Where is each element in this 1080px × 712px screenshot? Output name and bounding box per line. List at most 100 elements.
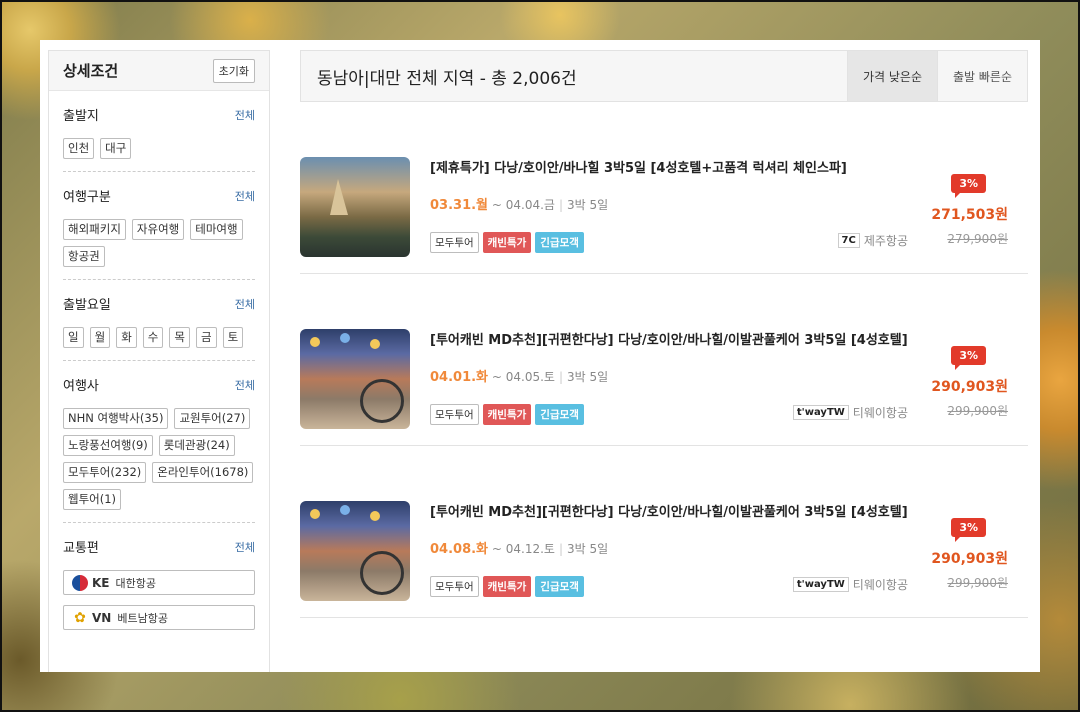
- product-tags: 모두투어 캐빈특가 긴급모객: [430, 404, 584, 425]
- korean-air-logo-icon: [72, 574, 88, 591]
- sale-price: 290,903원: [931, 551, 1008, 567]
- filter-chip[interactable]: 금: [195, 327, 217, 348]
- product-tags: 모두투어 캐빈특가 긴급모객: [430, 576, 584, 597]
- filter-chip[interactable]: 모두투어(232): [63, 462, 147, 483]
- airline-name: 베트남항공: [117, 611, 168, 625]
- product-thumbnail[interactable]: [300, 329, 410, 429]
- sale-price: 290,903원: [931, 379, 1008, 395]
- product-tags: 모두투어 캐빈특가 긴급모객: [430, 232, 584, 253]
- airline-code: KE: [92, 575, 110, 590]
- filter-chip[interactable]: 롯데관광(24): [158, 435, 235, 456]
- tway-air-logo-icon: t'wayTW: [792, 405, 849, 420]
- product-airline: t'wayTW 티웨이항공: [792, 404, 908, 421]
- product-thumbnail[interactable]: [300, 501, 410, 601]
- airline-name: 제주항공: [863, 234, 908, 248]
- filter-chip[interactable]: 온라인투어(1678): [152, 462, 254, 483]
- original-price: 299,900원: [947, 404, 1008, 418]
- filter-chip[interactable]: 해외패키지: [63, 219, 126, 240]
- duration: 3박 5일: [566, 542, 609, 556]
- sort-price-low[interactable]: 가격 낮은순: [847, 51, 937, 101]
- airline-filter-button[interactable]: ✿ VN 베트남항공: [63, 605, 255, 630]
- tag-urgent: 긴급모객: [535, 404, 584, 425]
- filter-chip[interactable]: 화: [116, 327, 137, 348]
- filter-chip[interactable]: 웹투어(1): [63, 489, 122, 510]
- start-date: 04.08.화: [430, 542, 489, 557]
- lantern-shape: [340, 505, 350, 515]
- filter-weekday: 출발요일 전체 일 월 화 수 목 금 토: [63, 280, 255, 361]
- filter-chip[interactable]: 교원투어(27): [174, 408, 251, 429]
- vietnam-airlines-logo-icon: ✿: [74, 609, 86, 626]
- boat-sail-shape: [330, 179, 348, 215]
- tag-agency: 모두투어: [430, 232, 479, 253]
- filter-chip[interactable]: 목: [169, 327, 190, 348]
- lantern-shape: [310, 337, 320, 347]
- filter-label: 출발지: [63, 109, 99, 124]
- filter-chip[interactable]: 테마여행: [190, 219, 243, 240]
- lantern-shape: [370, 339, 380, 349]
- filter-all-link[interactable]: 전체: [235, 188, 255, 204]
- start-date: 03.31.월: [430, 198, 489, 213]
- product-item[interactable]: [투어캐빈 MD추천][귀편한다낭] 다낭/호이안/바나힐/이발관풀케어 3박5…: [300, 274, 1028, 446]
- results-main: 동남아|대만 전체 지역 - 총 2,006건 가격 낮은순 출발 빠른순 [제…: [300, 50, 1028, 618]
- tag-cabin-deal: 캐빈특가: [482, 232, 532, 253]
- filter-agency: 여행사 전체 NHN 여행박사(35) 교원투어(27) 노랑풍선여행(9) 롯…: [63, 361, 255, 523]
- reset-button[interactable]: 초기화: [212, 58, 255, 83]
- filter-sidebar: 상세조건 초기화 출발지 전체 인천 대구 여행구분 전체 해외패키지 자유여행…: [48, 50, 270, 672]
- start-date: 04.01.화: [430, 370, 489, 385]
- end-date: ~ 04.05.토: [491, 370, 555, 384]
- tag-agency: 모두투어: [430, 404, 479, 425]
- filter-chip[interactable]: 노랑풍선여행(9): [63, 435, 153, 456]
- product-dates: 04.01.화 ~ 04.05.토 | 3박 5일: [430, 370, 609, 385]
- product-dates: 04.08.화 ~ 04.12.토 | 3박 5일: [430, 542, 609, 557]
- filter-header: 상세조건 초기화: [49, 51, 269, 91]
- bicycle-wheel-shape: [360, 379, 404, 423]
- tway-air-logo-icon: t'wayTW: [792, 577, 849, 592]
- discount-badge: 3%: [951, 346, 986, 370]
- product-title[interactable]: [투어캐빈 MD추천][귀편한다낭] 다낭/호이안/바나힐/이발관풀케어 3박5…: [430, 329, 908, 348]
- filter-departure: 출발지 전체 인천 대구: [63, 91, 255, 172]
- tag-urgent: 긴급모객: [535, 576, 584, 597]
- lantern-shape: [370, 511, 380, 521]
- product-item[interactable]: [제휴특가] 다낭/호이안/바나힐 3박5일 [4성호텔+고품격 럭셔리 체인스…: [300, 102, 1028, 274]
- lantern-shape: [340, 333, 350, 343]
- product-airline: t'wayTW 티웨이항공: [792, 576, 908, 593]
- filter-chip[interactable]: 자유여행: [131, 219, 185, 240]
- filter-chip[interactable]: 월: [89, 327, 111, 348]
- jeju-air-logo-icon: 7C: [837, 233, 860, 248]
- filter-all-link[interactable]: 전체: [235, 377, 255, 393]
- filter-chip[interactable]: 인천: [63, 138, 95, 159]
- filter-label: 여행구분: [63, 190, 111, 205]
- filter-trip-type: 여행구분 전체 해외패키지 자유여행 테마여행 항공권: [63, 172, 255, 280]
- filter-all-link[interactable]: 전체: [235, 539, 255, 555]
- bicycle-wheel-shape: [360, 551, 404, 595]
- sale-price: 271,503원: [931, 207, 1008, 223]
- filter-chip[interactable]: 항공권: [63, 246, 105, 267]
- discount-badge: 3%: [951, 174, 986, 198]
- product-title[interactable]: [투어캐빈 MD추천][귀편한다낭] 다낭/호이안/바나힐/이발관풀케어 3박5…: [430, 501, 908, 520]
- filter-all-link[interactable]: 전체: [235, 296, 255, 312]
- sort-departure-early[interactable]: 출발 빠른순: [937, 51, 1027, 101]
- duration: 3박 5일: [566, 370, 609, 384]
- filter-chip[interactable]: 일: [63, 327, 84, 348]
- results-header: 동남아|대만 전체 지역 - 총 2,006건 가격 낮은순 출발 빠른순: [300, 50, 1028, 102]
- content-panel: 상세조건 초기화 출발지 전체 인천 대구 여행구분 전체 해외패키지 자유여행…: [40, 40, 1040, 672]
- filter-transport: 교통편 전체 KE 대한항공 ✿ VN 베트남항공: [63, 523, 255, 652]
- product-item[interactable]: [투어캐빈 MD추천][귀편한다낭] 다낭/호이안/바나힐/이발관풀케어 3박5…: [300, 446, 1028, 618]
- end-date: ~ 04.04.금: [491, 198, 555, 212]
- product-dates: 03.31.월 ~ 04.04.금 | 3박 5일: [430, 198, 609, 213]
- end-date: ~ 04.12.토: [491, 542, 555, 556]
- filter-chip[interactable]: 토: [222, 327, 244, 348]
- filter-chip[interactable]: 대구: [100, 138, 132, 159]
- filter-label: 교통편: [63, 541, 99, 556]
- filter-label: 출발요일: [63, 298, 111, 313]
- duration: 3박 5일: [566, 198, 609, 212]
- airline-code: VN: [92, 610, 112, 625]
- product-title[interactable]: [제휴특가] 다낭/호이안/바나힐 3박5일 [4성호텔+고품격 럭셔리 체인스…: [430, 157, 847, 176]
- product-thumbnail[interactable]: [300, 157, 410, 257]
- filter-all-link[interactable]: 전체: [235, 107, 255, 123]
- filter-chip[interactable]: 수: [142, 327, 164, 348]
- airline-name: 티웨이항공: [852, 406, 908, 420]
- tag-cabin-deal: 캐빈특가: [482, 576, 532, 597]
- airline-filter-button[interactable]: KE 대한항공: [63, 570, 255, 595]
- filter-chip[interactable]: NHN 여행박사(35): [63, 408, 169, 429]
